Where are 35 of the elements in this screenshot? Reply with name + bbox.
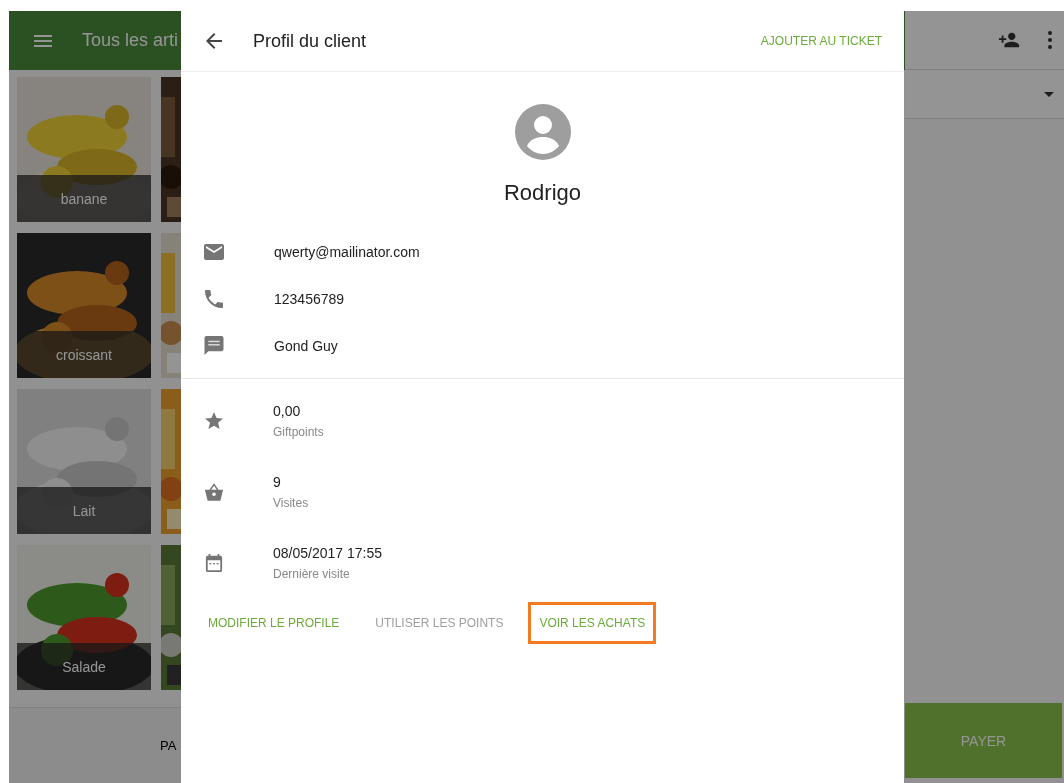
- product-name: banane: [17, 175, 151, 222]
- star-icon: [204, 412, 224, 429]
- bottom-label[interactable]: PA: [160, 738, 177, 753]
- stat-label: Dernière visite: [273, 566, 351, 581]
- menu-icon[interactable]: [34, 34, 52, 47]
- product-name: Lait: [17, 487, 151, 534]
- stat-label: Visites: [273, 495, 309, 510]
- view-purchases-button[interactable]: VOIR LES ACHATS: [528, 602, 657, 644]
- product-tile[interactable]: croissant: [17, 233, 151, 378]
- contact-value: 123456789: [274, 290, 345, 307]
- comment-icon: [203, 336, 225, 355]
- stat-value: 9: [273, 473, 282, 490]
- add-to-ticket-button[interactable]: AJOUTER AU TICKET: [760, 28, 882, 54]
- basket-icon: [204, 482, 224, 501]
- customer-name: Rodrigo: [502, 180, 582, 206]
- product-tile[interactable]: Lait: [17, 389, 151, 534]
- calendar-icon: [204, 553, 224, 572]
- stat-value: 08/05/2017 17:55: [273, 544, 382, 561]
- stat-label: Giftpoints: [273, 424, 324, 439]
- product-tile[interactable]: banane: [17, 77, 151, 222]
- product-name: Salade: [17, 643, 151, 690]
- back-arrow-icon[interactable]: [206, 33, 222, 49]
- contact-value: qwerty@mailinator.com: [274, 243, 420, 260]
- app-title: Tous les arti: [82, 30, 179, 51]
- edit-profile-button[interactable]: MODIFIER LE PROFILE: [197, 602, 351, 644]
- panel-title: Profil du client: [253, 30, 368, 52]
- more-icon[interactable]: [1048, 31, 1052, 49]
- caret-icon: [1044, 92, 1054, 97]
- email-icon: [203, 243, 225, 260]
- avatar-icon: [514, 104, 571, 160]
- contact-value: Gond Guy: [274, 337, 338, 354]
- phone-icon: [203, 289, 225, 308]
- product-name: croissant: [17, 331, 151, 378]
- product-tile[interactable]: Salade: [17, 545, 151, 690]
- stat-value: 0,00: [273, 402, 302, 419]
